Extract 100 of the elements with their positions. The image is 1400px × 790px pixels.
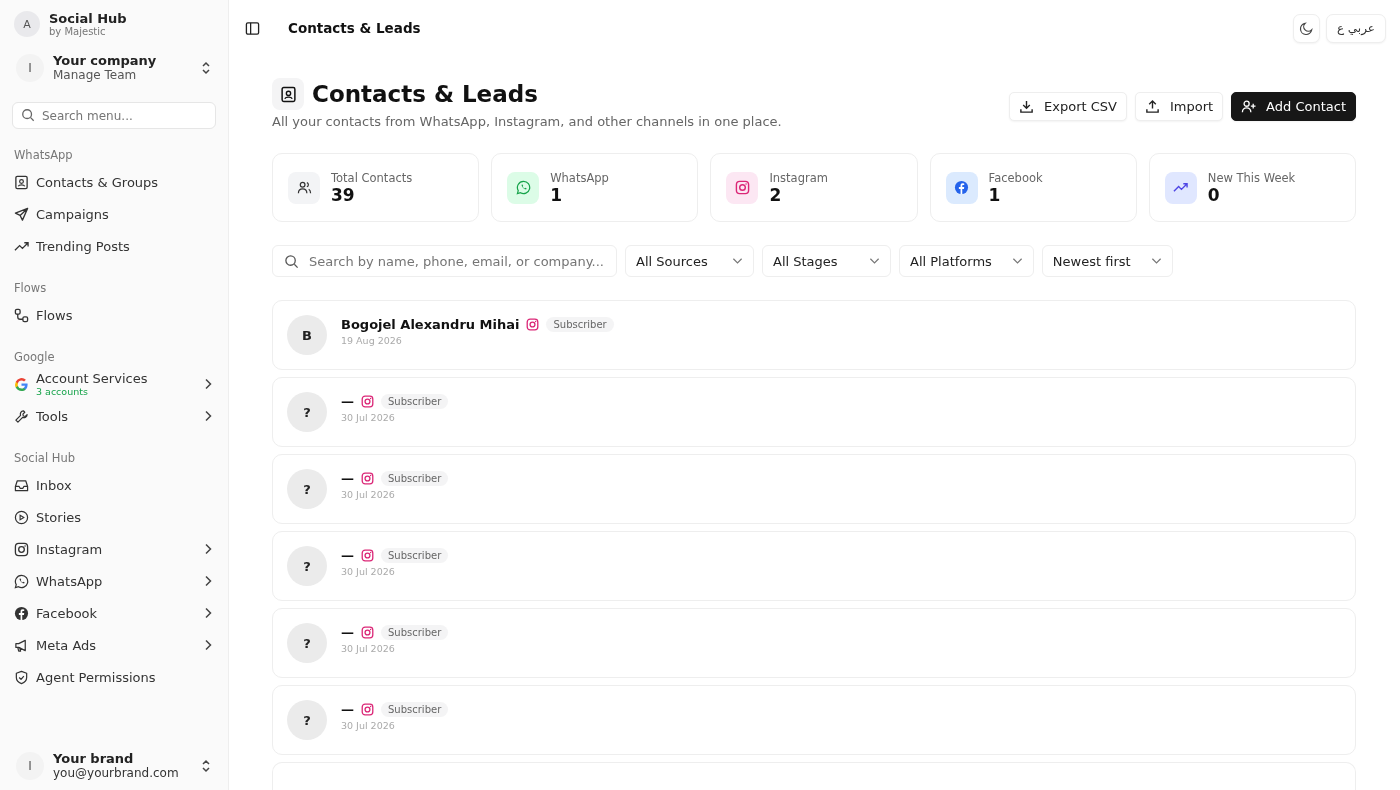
sidebar-panel-icon	[245, 20, 260, 36]
nav-item[interactable]: WhatsApp	[12, 565, 216, 597]
contact-date: 30 Jul 2026	[341, 643, 396, 654]
add-contact-button[interactable]: Add Contact	[1231, 92, 1356, 121]
contact-avatar: B	[287, 315, 327, 355]
wrench-icon	[14, 408, 29, 424]
contact-card-icon	[272, 78, 304, 110]
contact-name: —	[341, 625, 354, 640]
search-icon	[21, 108, 35, 122]
instagram-icon	[14, 541, 29, 557]
nav-item[interactable]: Account Services 3 accounts	[12, 368, 216, 400]
user-plus-icon	[1241, 99, 1257, 114]
contact-row[interactable]: ? — Subscriber 30 Jul 2026	[272, 531, 1356, 601]
contact-row[interactable]: ? — Subscriber 30 Jul 2026	[272, 608, 1356, 678]
google-g-icon	[14, 376, 29, 392]
moon-icon	[1298, 20, 1314, 36]
instagram-icon	[361, 703, 374, 716]
page-subtitle: All your contacts from WhatsApp, Instagram, and other channels in one place.	[272, 114, 782, 129]
upload-icon	[1144, 99, 1160, 114]
theme-toggle-button[interactable]	[1292, 13, 1320, 43]
chevron-down-icon	[869, 257, 880, 265]
chevron-right-icon	[204, 378, 212, 390]
stat-value: 39	[331, 184, 356, 205]
nav-item[interactable]: Flows	[12, 299, 216, 331]
team-name: Your company	[53, 53, 158, 68]
filter-dropdown[interactable]: All Platforms	[899, 245, 1034, 277]
page-breadcrumb: Contacts & Leads	[288, 20, 421, 36]
action-button[interactable]: Export CSV	[1009, 92, 1127, 121]
stage-tag: Subscriber	[381, 625, 449, 640]
team-subtitle: Manage Team	[53, 68, 138, 82]
instagram-icon	[361, 472, 374, 485]
contact-date: 30 Jul 2026	[341, 566, 396, 577]
nav-item[interactable]: Inbox	[12, 469, 216, 501]
contact-avatar: ?	[287, 546, 327, 586]
contact-avatar: ?	[287, 623, 327, 663]
brand-name: Social Hub	[49, 11, 127, 26]
menu-search-field[interactable]: Search menu...	[12, 102, 216, 129]
section-heading: WhatsApp	[13, 148, 74, 164]
paper-plane-icon	[14, 206, 29, 222]
account-switcher[interactable]: I Your brand you@yourbrand.com	[12, 751, 216, 780]
facebook-icon	[14, 605, 29, 621]
stat-value: 2	[769, 184, 782, 205]
contact-avatar: ?	[287, 469, 327, 509]
flow-nodes-icon	[14, 307, 29, 323]
nav-item[interactable]: Meta Ads	[12, 629, 216, 661]
instagram-icon	[361, 549, 374, 562]
language-button[interactable]: عربي ع	[1325, 13, 1386, 43]
stage-tag: Subscriber	[381, 548, 449, 563]
chevron-right-icon	[204, 607, 212, 619]
stat-value: 1	[988, 184, 1002, 205]
section-heading: Flows	[13, 281, 48, 297]
play-circle-icon	[14, 509, 29, 525]
contact-row[interactable]: B Bogojel Alexandru Mihai Subscriber 19 Aug 2026	[272, 300, 1356, 370]
filter-dropdown[interactable]: All Stages	[762, 245, 891, 277]
nav-item[interactable]: Contacts & Groups	[12, 166, 216, 198]
chevron-down-icon	[1150, 257, 1162, 265]
stage-tag: Subscriber	[546, 317, 614, 332]
contact-name: —	[341, 471, 354, 486]
contact-date: 30 Jul 2026	[341, 720, 396, 731]
nav-item[interactable]: Tools	[12, 400, 216, 432]
inbox-icon	[14, 477, 29, 493]
stat-label: New This Week	[1207, 170, 1296, 185]
contact-row[interactable]: ? — Subscriber 30 Jul 2026	[272, 377, 1356, 447]
chevron-right-icon	[204, 575, 212, 587]
megaphone-icon	[14, 637, 29, 653]
contact-row[interactable]: ? — Subscriber 30 Jul 2026	[272, 685, 1356, 755]
nav-item[interactable]: Instagram	[12, 533, 216, 565]
download-icon	[1019, 99, 1035, 114]
contact-search-field[interactable]: Search by name, phone, email, or company...	[272, 245, 617, 277]
filter-dropdown[interactable]: All Sources	[625, 245, 754, 277]
instagram-icon	[526, 318, 540, 331]
nav-item[interactable]: Trending Posts	[12, 230, 216, 262]
action-button[interactable]: Import	[1134, 92, 1224, 121]
search-icon	[284, 253, 299, 269]
shield-icon	[14, 669, 29, 685]
chevrons-up-down-icon	[200, 757, 212, 774]
contact-name: Bogojel Alexandru Mihai	[341, 317, 520, 332]
stage-tag: Subscriber	[381, 471, 449, 486]
nav-item[interactable]: Facebook	[12, 597, 216, 629]
team-switcher[interactable]: I Your company Manage Team	[12, 53, 216, 82]
filter-dropdown[interactable]: Newest first	[1041, 245, 1173, 277]
nav-item[interactable]: Campaigns	[12, 198, 216, 230]
contact-name: —	[341, 548, 354, 563]
stage-tag: Subscriber	[381, 702, 449, 717]
contact-row[interactable]: ? — Subscriber 30 Jul 2026	[272, 454, 1356, 524]
brand-avatar: A	[14, 11, 40, 37]
user-email: you@yourbrand.com	[53, 766, 180, 780]
contact-date: 19 Aug 2026	[341, 335, 403, 346]
contact-name: —	[341, 702, 354, 717]
chevron-down-icon	[1011, 257, 1023, 265]
page-title: Contacts & Leads	[312, 81, 538, 107]
section-heading: Google	[13, 350, 56, 366]
stage-tag: Subscriber	[381, 394, 449, 409]
stat-label: WhatsApp	[550, 170, 609, 185]
chevron-right-icon	[204, 410, 212, 422]
user-avatar: I	[16, 751, 44, 780]
nav-item[interactable]: Stories	[12, 501, 216, 533]
nav-item[interactable]: Agent Permissions	[12, 661, 216, 693]
section-heading: Social Hub	[13, 451, 76, 467]
chevron-right-icon	[204, 639, 212, 651]
